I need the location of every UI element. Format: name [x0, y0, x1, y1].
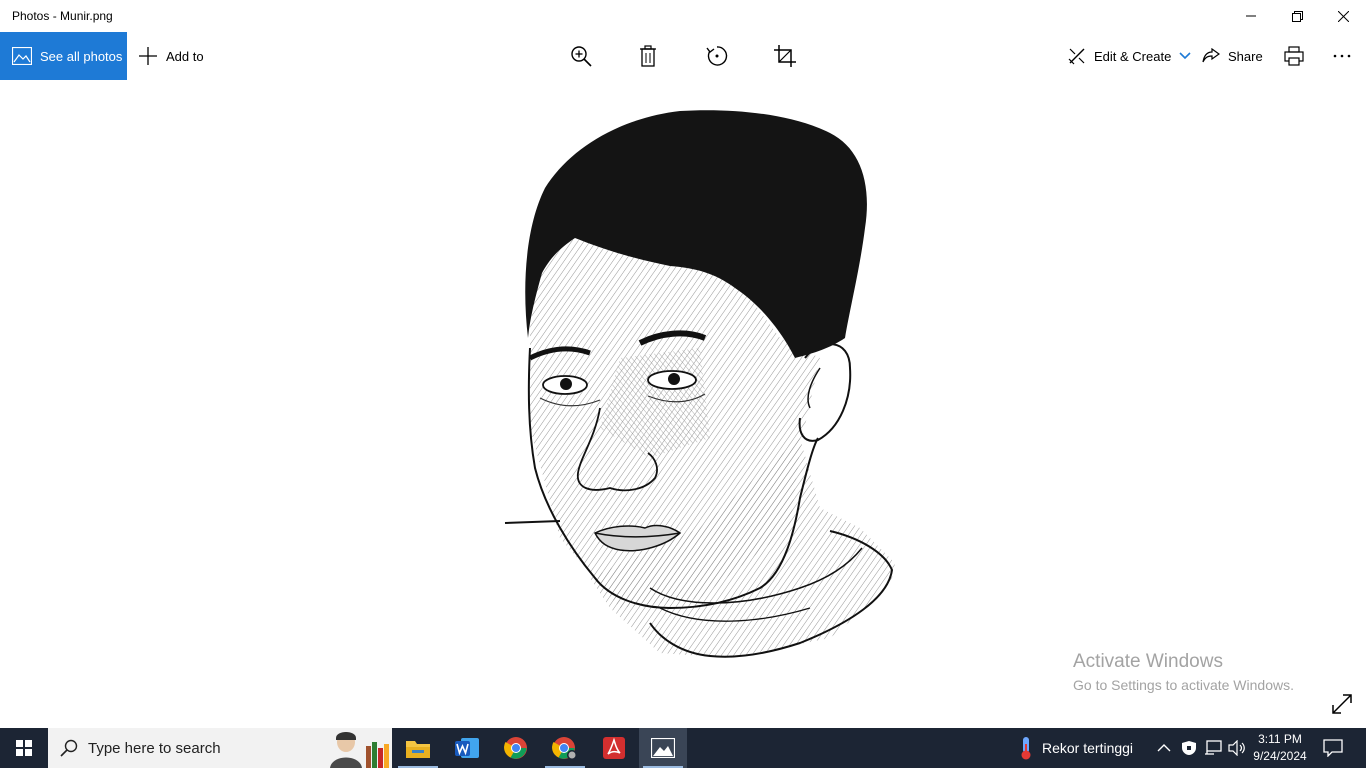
- add-to-button[interactable]: Add to: [138, 32, 204, 80]
- restore-button[interactable]: [1274, 0, 1320, 32]
- shield-icon: [1182, 741, 1196, 755]
- chevron-up-icon: [1157, 744, 1171, 752]
- see-all-photos-button[interactable]: See all photos: [0, 32, 127, 80]
- clock-time: 3:11 PM: [1258, 732, 1302, 746]
- volume-tray-button[interactable]: [1228, 728, 1246, 768]
- zoom-button[interactable]: [561, 32, 601, 80]
- delete-button[interactable]: [628, 32, 668, 80]
- taskbar-file-explorer[interactable]: [394, 728, 442, 768]
- weather-text: Rekor tertinggi: [1042, 740, 1134, 756]
- crop-icon: [774, 45, 796, 67]
- rotate-button[interactable]: [697, 32, 737, 80]
- print-button[interactable]: [1274, 32, 1314, 80]
- minimize-button[interactable]: [1228, 0, 1274, 32]
- network-icon: [1205, 740, 1222, 755]
- action-center-button[interactable]: [1323, 728, 1343, 768]
- edit-create-label: Edit & Create: [1094, 48, 1172, 64]
- share-label: Share: [1228, 48, 1263, 64]
- title-bar: Photos - Munir.png: [0, 0, 1366, 32]
- network-tray-button[interactable]: [1204, 728, 1222, 768]
- taskbar-clock[interactable]: 3:11 PM 9/24/2024: [1250, 731, 1310, 765]
- chevron-down-icon: [1179, 52, 1191, 60]
- start-button[interactable]: [0, 728, 48, 768]
- photos-app: Photos - Munir.png See all photos Add to: [0, 0, 1366, 768]
- share-icon: [1202, 48, 1220, 63]
- trash-icon: [640, 45, 656, 67]
- plus-icon: [139, 47, 157, 65]
- search-icon: [60, 739, 78, 757]
- windows-logo-icon: [16, 740, 32, 756]
- crop-button[interactable]: [765, 32, 805, 80]
- close-button[interactable]: [1320, 0, 1366, 32]
- restore-icon: [1291, 10, 1303, 22]
- folder-icon: [406, 741, 430, 758]
- activation-title: Activate Windows: [1073, 651, 1223, 672]
- more-icon: [1333, 54, 1351, 58]
- pdf-icon: [603, 737, 625, 759]
- chrome-icon: [504, 737, 527, 759]
- portrait-sketch-image: [504, 110, 895, 658]
- minimize-icon: [1246, 15, 1256, 17]
- thermometer-icon: [1021, 737, 1031, 760]
- edit-create-button[interactable]: Edit & Create: [1068, 32, 1191, 80]
- app-toolbar: See all photos Add to Edit & Create Shar…: [0, 32, 1366, 80]
- taskbar-search-box[interactable]: Type here to search: [48, 728, 392, 768]
- show-hidden-icons-button[interactable]: [1157, 728, 1171, 768]
- chrome-profile-icon: [552, 737, 577, 760]
- taskbar-photos[interactable]: [639, 728, 687, 768]
- edit-create-icon: [1068, 48, 1085, 65]
- taskbar-chrome-profile[interactable]: [541, 728, 589, 768]
- share-button[interactable]: Share: [1202, 32, 1263, 80]
- notification-icon: [1323, 739, 1343, 757]
- photos-app-icon: [651, 738, 675, 758]
- close-icon: [1337, 10, 1349, 22]
- more-options-button[interactable]: [1322, 32, 1362, 80]
- search-highlight-illustration: [330, 732, 389, 768]
- taskbar-word[interactable]: [443, 728, 491, 768]
- fullscreen-icon[interactable]: [1330, 692, 1354, 716]
- add-to-label: Add to: [166, 48, 204, 64]
- window-title: Photos - Munir.png: [12, 9, 113, 23]
- photo-canvas[interactable]: Activate Windows Go to Settings to activ…: [0, 80, 1366, 728]
- speaker-icon: [1228, 740, 1245, 756]
- activation-subtitle: Go to Settings to activate Windows.: [1073, 677, 1294, 693]
- zoom-in-icon: [571, 46, 592, 67]
- rotate-icon: [706, 46, 728, 66]
- taskbar: Type here to search Rekor tertinggi 3:11…: [0, 728, 1366, 768]
- printer-icon: [1284, 46, 1304, 66]
- photos-icon: [12, 47, 32, 65]
- clock-date: 9/24/2024: [1253, 749, 1307, 763]
- taskbar-chrome[interactable]: [492, 728, 540, 768]
- weather-widget[interactable]: Rekor tertinggi: [1018, 728, 1133, 768]
- security-tray-button[interactable]: [1181, 728, 1197, 768]
- activation-watermark: Activate Windows Go to Settings to activ…: [1073, 651, 1294, 693]
- search-placeholder: Type here to search: [88, 739, 221, 757]
- word-icon: [455, 738, 479, 758]
- see-all-photos-label: See all photos: [40, 48, 123, 64]
- taskbar-acrobat[interactable]: [590, 728, 638, 768]
